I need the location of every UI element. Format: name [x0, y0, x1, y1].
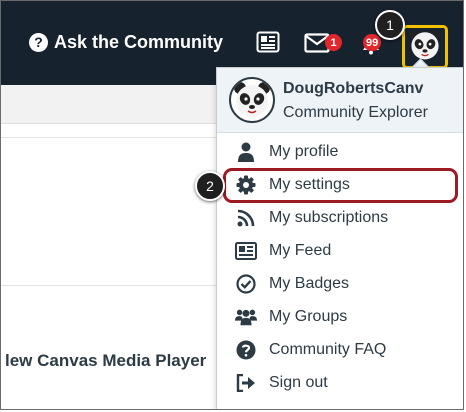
ask-community-label: Ask the Community: [54, 31, 224, 52]
menu-item-label: Sign out: [269, 373, 328, 391]
step-marker-2: 2: [195, 171, 225, 201]
feed-icon: [235, 240, 257, 262]
discussion-title[interactable]: lew Canvas Media Player: [5, 351, 206, 371]
menu-item-my-subscriptions[interactable]: My subscriptions: [217, 201, 463, 234]
menu-item-label: My Feed: [269, 241, 332, 259]
menu-item-label: My Groups: [269, 307, 348, 325]
content-divider: [1, 285, 216, 286]
menu-item-my-groups[interactable]: My Groups: [217, 300, 463, 333]
screenshot-frame: ? Ask the Community 1 99 lew Canvas Medi…: [0, 0, 464, 410]
question-circle-icon: ?: [29, 32, 48, 52]
menu-item-my-badges[interactable]: My Badges: [217, 267, 463, 300]
ask-community-link[interactable]: ? Ask the Community: [29, 30, 223, 54]
content-divider: [1, 137, 216, 138]
menu-item-label: My settings: [269, 175, 350, 193]
menu-item-label: Community FAQ: [269, 340, 387, 358]
menu-item-label: My subscriptions: [269, 208, 389, 226]
profile-rank: Community Explorer: [283, 104, 428, 121]
question-circle-icon: [235, 339, 257, 361]
rss-icon: [235, 207, 257, 229]
menu-item-my-settings[interactable]: My settings: [217, 168, 463, 201]
panda-avatar-icon: [408, 28, 442, 67]
sign-out-icon: [235, 372, 257, 394]
panda-avatar-icon: [229, 77, 275, 123]
newspaper-icon[interactable]: [256, 31, 280, 58]
menu-item-community-faq[interactable]: Community FAQ: [217, 333, 463, 366]
menu-item-sign-out[interactable]: Sign out: [217, 366, 463, 399]
users-icon: [235, 306, 257, 328]
gear-icon: [235, 174, 257, 196]
menu-item-my-feed[interactable]: My Feed: [217, 234, 463, 267]
notifications-count-badge: 1: [325, 34, 342, 51]
badge-check-icon: [235, 273, 257, 295]
menu-item-label: My Badges: [269, 274, 350, 292]
menu-item-label: My profile: [269, 142, 339, 160]
profile-username: DougRobertsCanv: [283, 80, 424, 97]
profile-summary[interactable]: DougRobertsCanv Community Explorer: [217, 68, 463, 133]
menu-item-my-profile[interactable]: My profile: [217, 135, 463, 168]
step-marker-1: 1: [375, 10, 405, 40]
user-dropdown-menu: DougRobertsCanv Community Explorer My pr…: [216, 67, 463, 409]
alerts-count-badge: 99: [363, 34, 382, 51]
user-icon: [235, 141, 257, 163]
